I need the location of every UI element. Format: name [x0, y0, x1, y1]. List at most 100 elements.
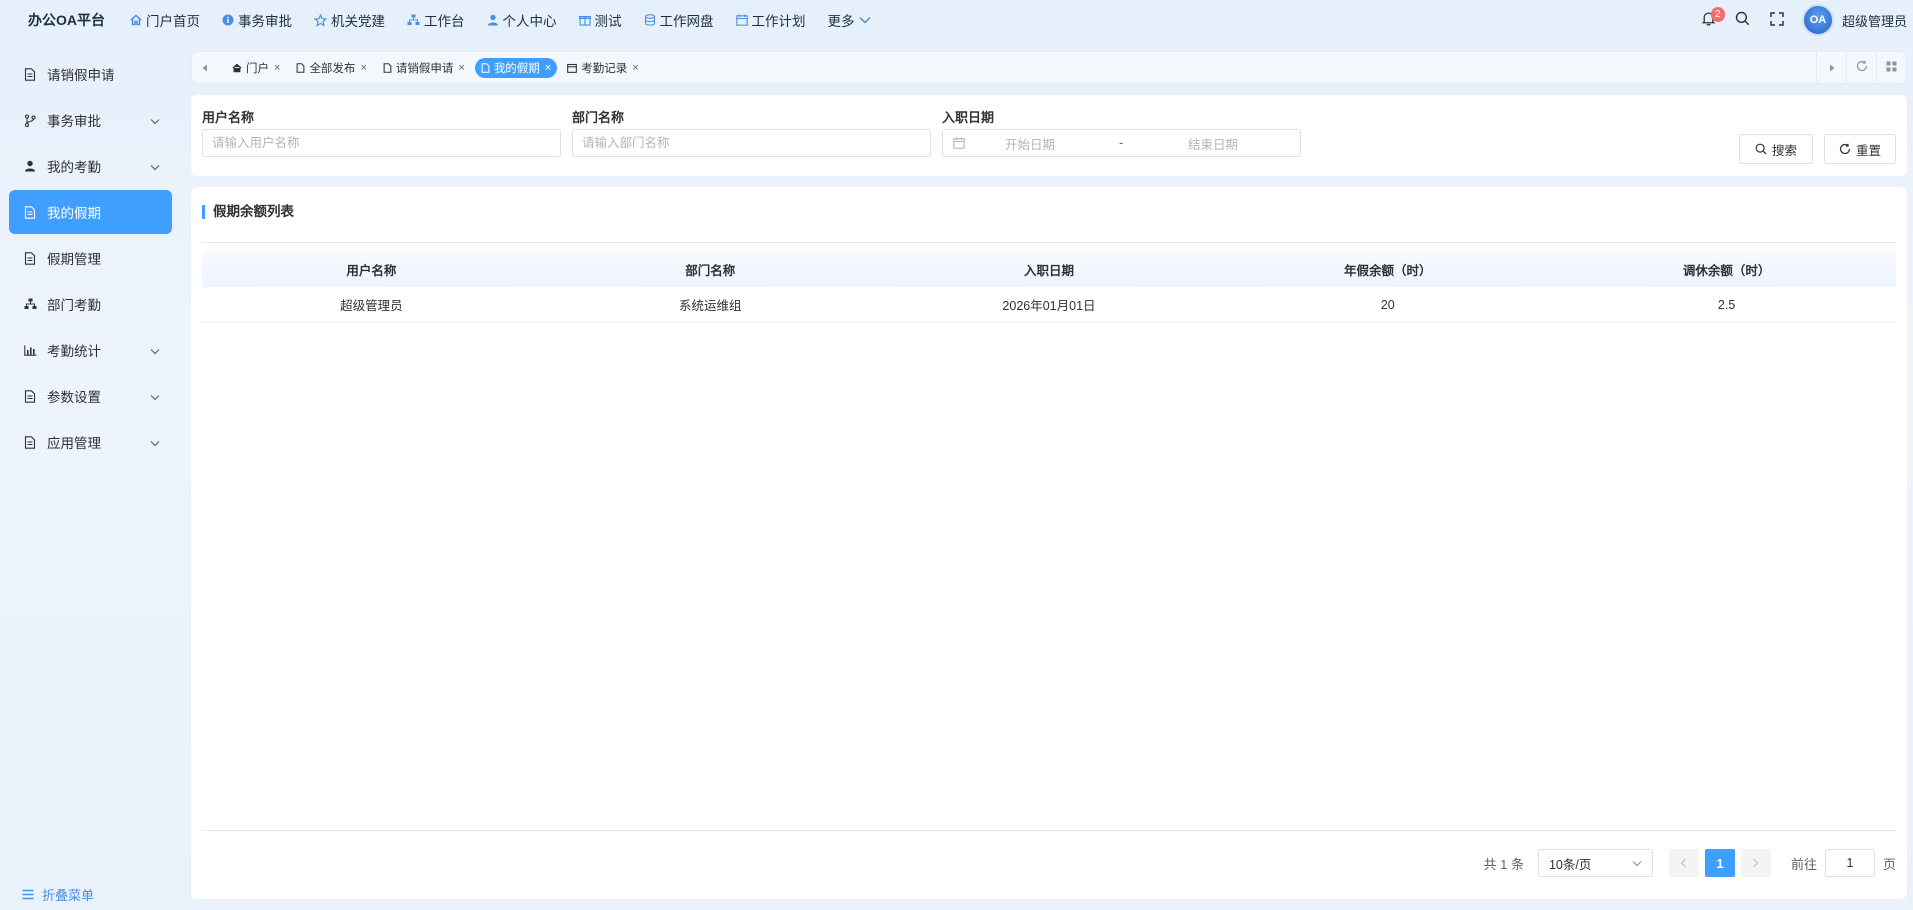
- sidebar-item-vacation-management[interactable]: 假期管理: [9, 236, 172, 280]
- sidebar: 请销假申请 事务审批 我的考勤 我的假期 假期管理 部门考勤 考勤统计 参数设置…: [0, 52, 180, 910]
- username[interactable]: 超级管理员: [1842, 11, 1913, 30]
- page-size-value: 10条/页: [1548, 857, 1592, 872]
- topnav-label: 工作网盘: [659, 14, 714, 29]
- top-nav: 门户首页 事务审批 机关党建 工作台 个人中心 测试 工作网盘 工作计划 更多: [130, 10, 893, 30]
- table-header: 用户名称 部门名称 入职日期 年假余额（时） 调休余额（时）: [202, 251, 1896, 287]
- username-input[interactable]: [202, 129, 561, 157]
- tab-label: 考勤记录: [581, 62, 628, 75]
- topnav-item-party[interactable]: 机关党建: [314, 10, 385, 30]
- sidebar-item-parameter-settings[interactable]: 参数设置: [9, 374, 172, 418]
- chevron-down-icon: [150, 113, 160, 128]
- chevron-right-icon: [1752, 856, 1759, 871]
- calendar-icon: [567, 63, 578, 73]
- table-row[interactable]: 超级管理员 系统运维组 2026年01月01日 20 2.5: [202, 287, 1896, 323]
- tab-all-published[interactable]: 全部发布 ×: [290, 58, 372, 78]
- topnav-label: 工作计划: [751, 14, 806, 29]
- calendar-icon: [953, 137, 965, 149]
- sidebar-item-attendance-stats[interactable]: 考勤统计: [9, 328, 172, 372]
- caret-right-icon: [1829, 60, 1835, 75]
- tab-portal[interactable]: 门户 ×: [226, 58, 286, 78]
- end-date-input[interactable]: 结束日期: [1188, 134, 1238, 153]
- topnav-label: 测试: [594, 14, 622, 29]
- chevron-down-icon: [858, 16, 871, 24]
- chevron-left-icon: [1680, 856, 1687, 871]
- topnav-item-profile[interactable]: 个人中心: [487, 10, 557, 30]
- tab-attendance-records[interactable]: 考勤记录 ×: [561, 58, 644, 78]
- prev-page-button[interactable]: [1668, 849, 1699, 877]
- refresh-tab-button[interactable]: [1846, 52, 1876, 83]
- tab-label: 门户: [246, 62, 269, 75]
- topnav-item-approval[interactable]: 事务审批: [222, 10, 292, 30]
- tab-label: 请销假申请: [395, 62, 454, 75]
- page-size-select[interactable]: 10条/页: [1537, 849, 1653, 877]
- sidebar-item-leave-request[interactable]: 请销假申请: [9, 52, 172, 96]
- sidebar-item-dept-attendance[interactable]: 部门考勤: [9, 282, 172, 326]
- fullscreen-button[interactable]: [1760, 11, 1794, 29]
- start-date-input[interactable]: 开始日期: [1005, 134, 1055, 153]
- tab-label: 全部发布: [309, 62, 356, 75]
- dept-label: 部门名称: [572, 110, 625, 125]
- tab-label: 我的假期: [493, 62, 540, 75]
- column-header-username[interactable]: 用户名称: [202, 260, 541, 279]
- close-icon[interactable]: ×: [360, 62, 366, 74]
- topnav-item-netdisk[interactable]: 工作网盘: [644, 10, 714, 30]
- close-icon[interactable]: ×: [274, 62, 280, 74]
- close-icon[interactable]: ×: [632, 62, 638, 74]
- notification-badge: 2: [1710, 7, 1725, 22]
- sidebar-item-approval[interactable]: 事务审批: [9, 98, 172, 142]
- date-separator: -: [1119, 136, 1124, 150]
- username-filter: 用户名称: [202, 107, 561, 157]
- sidebar-item-label: 考勤统计: [47, 344, 101, 359]
- star-icon: [314, 13, 327, 27]
- topnav-item-test[interactable]: 测试: [578, 10, 622, 30]
- bar-chart-icon: [21, 345, 39, 356]
- sidebar-item-label: 假期管理: [47, 252, 101, 267]
- reset-label: 重置: [1855, 143, 1881, 158]
- close-icon[interactable]: ×: [458, 62, 464, 74]
- vacation-balance-table: 用户名称 部门名称 入职日期 年假余额（时） 调休余额（时） 超级管理员 系统运…: [202, 251, 1896, 323]
- sidebar-item-app-management[interactable]: 应用管理: [9, 420, 172, 464]
- cell-compensatory-leave: 2.5: [1717, 297, 1736, 312]
- column-header-hire-date[interactable]: 入职日期: [880, 260, 1219, 279]
- goto-page-input[interactable]: [1824, 849, 1875, 877]
- org-chart-icon: [21, 298, 39, 310]
- sidebar-item-my-attendance[interactable]: 我的考勤: [9, 144, 172, 188]
- topnav-label: 机关党建: [331, 14, 385, 29]
- user-icon: [487, 14, 499, 26]
- column-header-dept[interactable]: 部门名称: [541, 260, 880, 279]
- home-icon: [232, 63, 242, 73]
- notification-button[interactable]: 2: [1692, 7, 1726, 29]
- sidebar-item-my-vacation[interactable]: 我的假期: [9, 190, 172, 234]
- topnav-item-home[interactable]: 门户首页: [130, 10, 200, 30]
- chevron-down-icon: [1632, 856, 1642, 870]
- search-button[interactable]: 搜索: [1739, 134, 1813, 164]
- topnav-item-plan[interactable]: 工作计划: [735, 10, 806, 30]
- topnav-item-workbench[interactable]: 工作台: [407, 10, 465, 30]
- info-icon: [222, 14, 234, 26]
- app-brand: 办公OA平台: [28, 12, 105, 28]
- cell-annual-leave: 20: [1380, 297, 1395, 312]
- dept-input[interactable]: [572, 129, 931, 157]
- document-icon: [481, 62, 490, 73]
- collapse-menu-button[interactable]: 折叠菜单: [22, 885, 94, 904]
- tab-my-vacation[interactable]: 我的假期 ×: [474, 57, 558, 78]
- tab-leave-request[interactable]: 请销假申请 ×: [377, 58, 471, 78]
- avatar[interactable]: OA: [1801, 4, 1834, 36]
- column-header-compensatory-leave[interactable]: 调休余额（时）: [1557, 260, 1896, 279]
- hire-date-range-picker[interactable]: 开始日期 - 结束日期: [942, 129, 1301, 157]
- user-icon: [21, 160, 39, 172]
- close-icon[interactable]: ×: [545, 62, 551, 74]
- reset-button[interactable]: 重置: [1824, 134, 1896, 164]
- topnav-item-more[interactable]: 更多: [828, 10, 871, 30]
- tabs-scroll-right-button[interactable]: [1816, 52, 1846, 83]
- next-page-button[interactable]: [1740, 849, 1771, 877]
- hire-date-label: 入职日期: [942, 110, 995, 125]
- search-button[interactable]: [1726, 11, 1760, 29]
- branch-icon: [21, 113, 39, 127]
- tabs-scroll-left-button[interactable]: [192, 60, 218, 75]
- page-number-1[interactable]: 1: [1704, 849, 1735, 877]
- column-header-annual-leave[interactable]: 年假余额（时）: [1218, 260, 1557, 279]
- sidebar-item-label: 应用管理: [47, 436, 101, 451]
- tabs-menu-button[interactable]: [1876, 52, 1906, 83]
- sidebar-item-label: 我的考勤: [47, 160, 101, 175]
